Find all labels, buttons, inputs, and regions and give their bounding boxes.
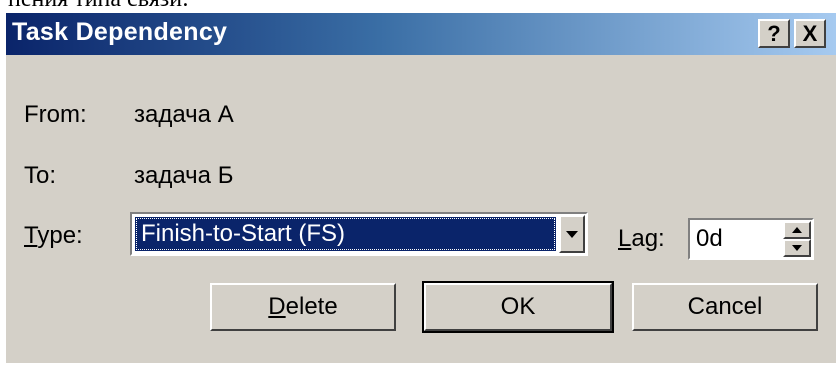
from-label: From: [24,101,87,128]
close-button[interactable]: X [794,19,826,48]
background-document-text: пения типа связи: [8,0,189,13]
cancel-button[interactable]: Cancel [632,283,818,331]
lag-label: Lag: [618,225,665,253]
type-label-text: ype: [37,222,83,249]
type-dropdown[interactable]: Finish-to-Start (FS) [130,212,588,256]
to-label: To: [24,162,57,189]
help-button[interactable]: ? [758,19,790,48]
lag-label-text: ag: [631,225,665,252]
dialog-title: Task Dependency [12,18,228,46]
lag-label-mnemonic: L [618,225,632,252]
ok-button[interactable]: OK [422,281,614,333]
type-label-mnemonic: T [24,222,38,249]
spin-up-icon [792,227,802,233]
lag-decrease-button[interactable] [783,239,811,257]
chevron-down-icon [566,230,578,238]
spin-down-icon [792,245,802,251]
lag-spinbox[interactable] [688,218,814,260]
from-value: задача А [134,101,234,128]
type-selected-value[interactable]: Finish-to-Start (FS) [135,217,556,251]
dropdown-arrow-button[interactable] [559,215,585,253]
lag-input[interactable] [694,224,778,254]
to-value: задача Б [134,162,234,189]
delete-mnemonic: D [268,293,286,320]
type-label: Type: [24,222,83,250]
delete-button[interactable]: Delete [210,283,396,331]
task-dependency-dialog: Task Dependency ? X From: задача А To: з… [6,13,836,363]
lag-increase-button[interactable] [783,221,811,239]
title-bar[interactable]: Task Dependency ? X [6,13,836,55]
delete-label: elete [285,293,338,320]
